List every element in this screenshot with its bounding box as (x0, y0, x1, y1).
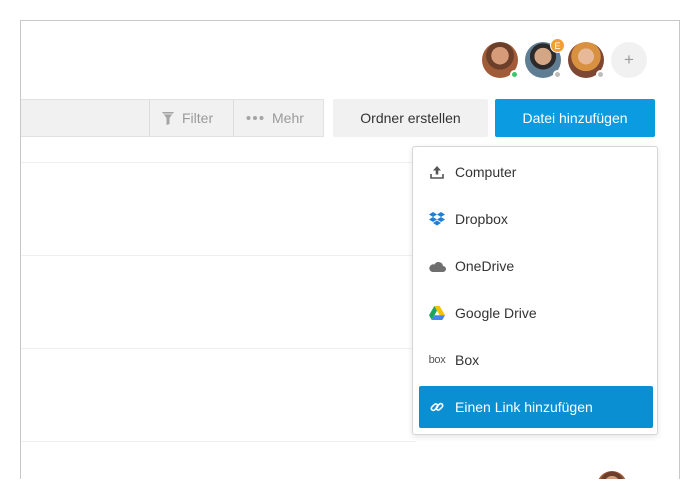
menu-item-box[interactable]: box Box (419, 339, 653, 381)
offline-status-dot (553, 70, 562, 79)
menu-item-add-link[interactable]: Einen Link hinzufügen (419, 386, 653, 428)
more-label: Mehr (272, 110, 304, 126)
add-member-button[interactable]: + (611, 42, 647, 78)
menu-item-label: Einen Link hinzufügen (455, 399, 593, 415)
menu-item-google-drive[interactable]: Google Drive (419, 292, 653, 334)
filter-label: Filter (182, 110, 214, 126)
link-icon (430, 402, 444, 412)
add-file-button[interactable]: Datei hinzufügen (495, 99, 655, 137)
menu-item-label: Box (455, 352, 480, 368)
menu-item-onedrive[interactable]: OneDrive (419, 245, 653, 287)
list-divider (21, 348, 416, 349)
add-file-menu: Computer Dropbox OneDrive Google Drive b… (412, 146, 658, 435)
box-icon: box (428, 354, 446, 366)
dropbox-icon (429, 212, 445, 226)
ellipsis-icon (246, 116, 264, 120)
search-bar[interactable]: Filter Mehr (21, 99, 324, 137)
avatar[interactable]: E (525, 38, 565, 79)
offline-status-dot (596, 70, 605, 79)
menu-item-label: OneDrive (455, 258, 515, 274)
avatar-badge: E (550, 38, 565, 53)
menu-item-label: Dropbox (455, 211, 508, 227)
more-button[interactable]: Mehr (233, 100, 323, 136)
avatar[interactable] (597, 471, 627, 479)
avatar[interactable] (568, 42, 605, 79)
menu-item-computer[interactable]: Computer (419, 151, 653, 193)
menu-item-dropbox[interactable]: Dropbox (419, 198, 653, 240)
upload-icon (430, 166, 444, 179)
list-divider (21, 162, 416, 163)
avatar[interactable] (482, 42, 519, 79)
menu-item-label: Google Drive (455, 305, 537, 321)
list-divider (21, 441, 416, 442)
list-divider (21, 255, 416, 256)
menu-item-label: Computer (455, 164, 517, 180)
filter-icon (162, 111, 174, 125)
create-folder-button[interactable]: Ordner erstellen (333, 99, 488, 137)
onedrive-icon (429, 261, 446, 272)
filter-button[interactable]: Filter (149, 100, 233, 136)
online-status-dot (510, 70, 519, 79)
google-drive-icon (429, 306, 445, 320)
